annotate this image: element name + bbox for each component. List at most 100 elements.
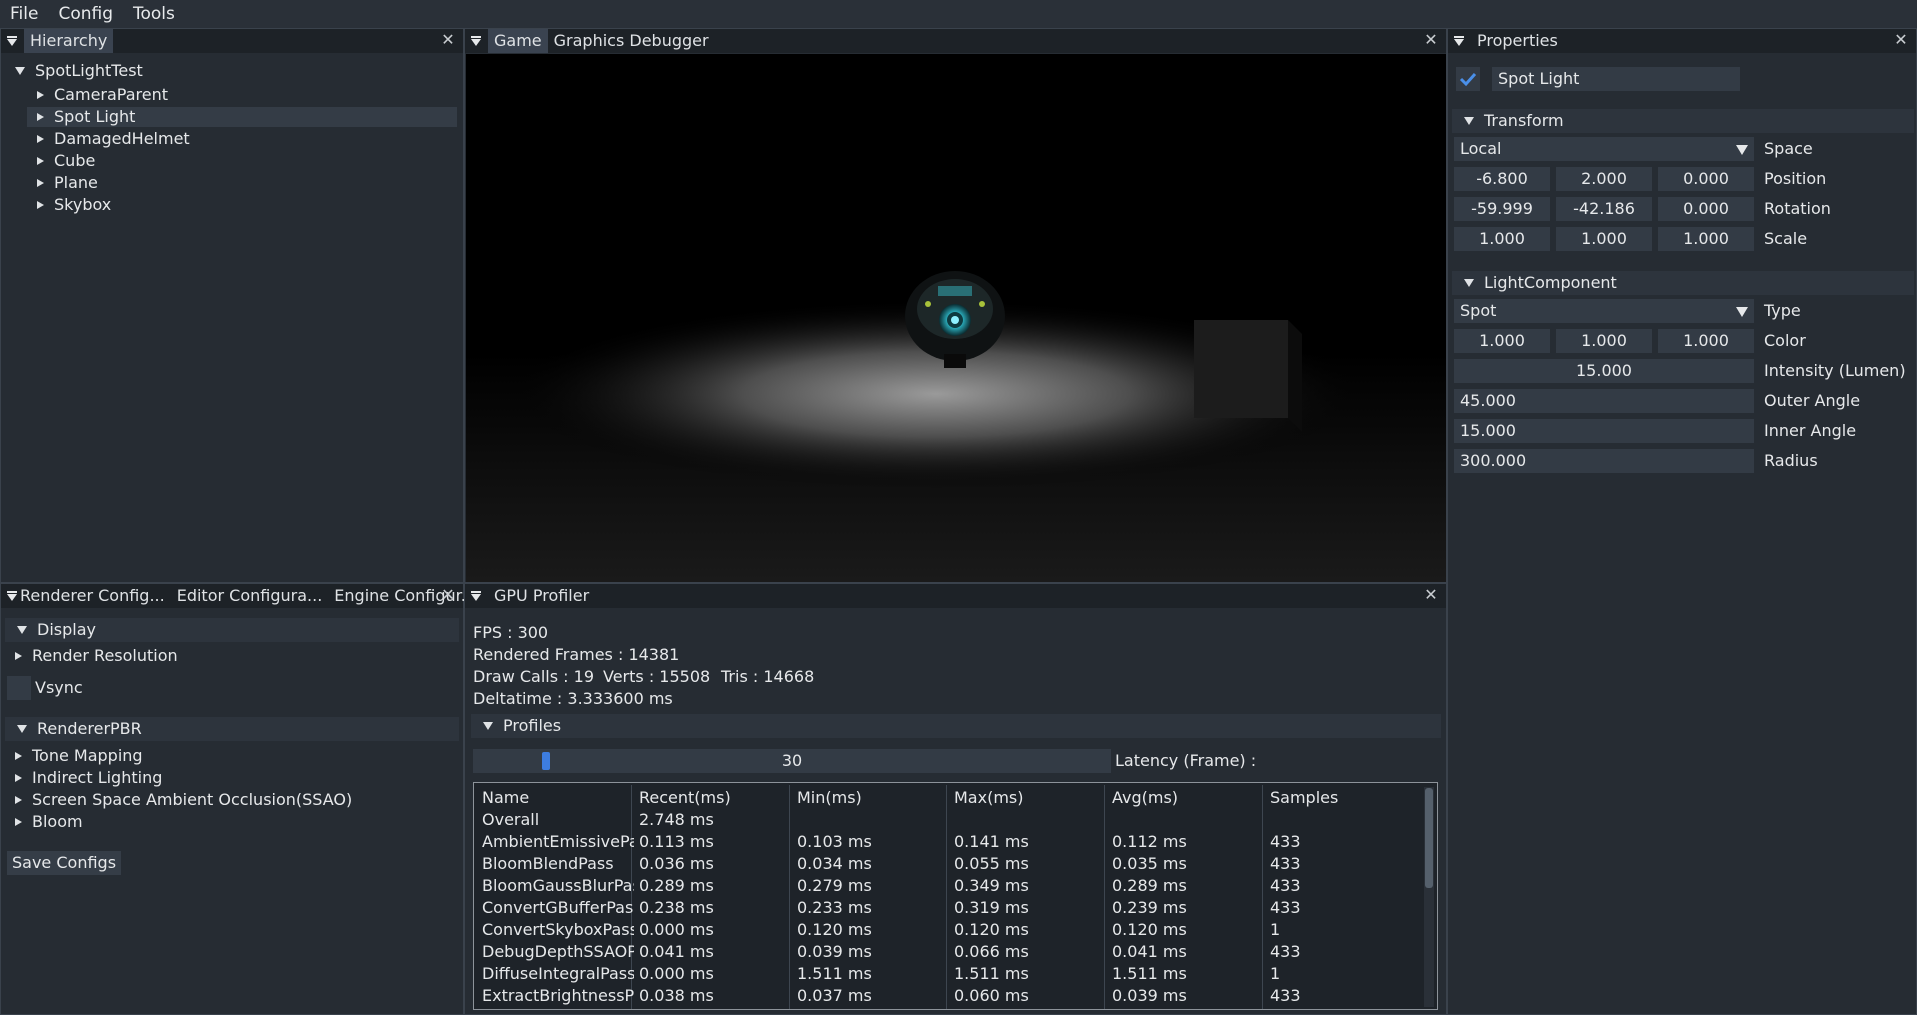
scrollbar-thumb[interactable] — [1425, 788, 1433, 888]
display-header[interactable]: Display — [5, 618, 459, 642]
color-g-input[interactable]: 1.000 — [1556, 329, 1652, 353]
active-checkbox[interactable] — [1456, 67, 1480, 91]
rotation-z-input[interactable]: 0.000 — [1658, 197, 1754, 221]
table-cell: 433 — [1270, 832, 1301, 851]
table-cell: 0.112 ms — [1112, 832, 1187, 851]
position-x-input[interactable]: -6.800 — [1454, 167, 1550, 191]
tree-item-spot-light[interactable]: Spot Light — [37, 107, 135, 127]
save-configs-button[interactable]: Save Configs — [7, 851, 122, 875]
scale-x-input[interactable]: 1.000 — [1454, 227, 1550, 251]
profiler-table[interactable]: Name Recent(ms) Min(ms) Max(ms) Avg(ms) Sampl… — [473, 782, 1438, 1010]
menu-tools[interactable]: Tools — [123, 0, 185, 28]
tab-engine-config[interactable]: Engine Configur... — [328, 584, 482, 608]
tab-editor-config[interactable]: Editor Configura... — [171, 584, 329, 608]
object-name-input[interactable]: Spot Light — [1492, 67, 1740, 91]
render-resolution-item[interactable]: Render Resolution — [15, 646, 178, 666]
vsync-checkbox[interactable] — [7, 676, 31, 700]
color-r-input[interactable]: 1.000 — [1454, 329, 1550, 353]
scale-y-input[interactable]: 1.000 — [1556, 227, 1652, 251]
close-icon[interactable]: ✕ — [1422, 31, 1440, 49]
table-cell: Avg(ms) — [1112, 788, 1179, 807]
collapse-arrow-icon[interactable] — [37, 200, 44, 209]
dropdown-value: Local — [1460, 139, 1502, 158]
position-y-input[interactable]: 2.000 — [1556, 167, 1652, 191]
collapse-arrow-icon[interactable] — [37, 112, 44, 121]
table-cell: 0.238 ms — [639, 898, 714, 917]
expand-arrow-icon[interactable] — [15, 66, 25, 75]
rotation-y-input[interactable]: -42.186 — [1556, 197, 1652, 221]
latency-slider[interactable]: 30 — [473, 749, 1111, 773]
table-cell: 2.748 ms — [639, 810, 714, 829]
light-component-header[interactable]: LightComponent — [1452, 271, 1914, 295]
tree-item-plane[interactable]: Plane — [37, 173, 98, 193]
ssao-item[interactable]: Screen Space Ambient Occlusion(SSAO) — [15, 790, 352, 810]
expand-arrow-icon — [1464, 278, 1474, 287]
tab-renderer-config[interactable]: Renderer Config... — [14, 584, 171, 608]
checkmark-icon — [1459, 72, 1477, 87]
table-row[interactable]: BloomGaussBlurPass 0.289 ms 0.279 ms 0.349 … — [482, 875, 1422, 897]
table-row[interactable]: ConvertGBufferPass 0.238 ms 0.233 ms 0.319 … — [482, 897, 1422, 919]
table-cell: 0.038 ms — [639, 986, 714, 1005]
scale-z-input[interactable]: 1.000 — [1658, 227, 1754, 251]
light-type-dropdown[interactable]: Spot — [1454, 299, 1754, 323]
panel-menu-icon[interactable] — [471, 591, 481, 601]
tab-gpu-profiler[interactable]: GPU Profiler — [488, 584, 595, 608]
table-header-row[interactable]: Name Recent(ms) Min(ms) Max(ms) Avg(ms) Sampl… — [482, 787, 1422, 809]
space-label: Space — [1764, 139, 1813, 158]
panel-menu-icon[interactable] — [471, 36, 481, 46]
tree-item-skybox[interactable]: Skybox — [37, 195, 111, 215]
renderer-pbr-header[interactable]: RendererPBR — [5, 717, 459, 741]
tree-item-damagedhelmet[interactable]: DamagedHelmet — [37, 129, 190, 149]
table-row[interactable]: BloomBlendPass 0.036 ms 0.034 ms 0.055 ms 0.… — [482, 853, 1422, 875]
tree-item-cube[interactable]: Cube — [37, 151, 95, 171]
collapse-arrow-icon[interactable] — [37, 90, 44, 99]
inner-angle-label: Inner Angle — [1764, 421, 1857, 440]
radius-input[interactable]: 300.000 — [1454, 449, 1754, 473]
close-icon[interactable]: ✕ — [439, 586, 457, 604]
table-row[interactable]: ExtractBrightnessPass 0.038 ms 0.037 ms 0.0… — [482, 985, 1422, 1007]
indirect-lighting-item[interactable]: Indirect Lighting — [15, 768, 162, 788]
transform-header[interactable]: Transform — [1452, 109, 1914, 133]
table-cell: 0.000 ms — [639, 920, 714, 939]
tab-game[interactable]: Game — [488, 29, 548, 53]
table-row[interactable]: DiffuseIntegralPass 0.000 ms 1.511 ms 1.511… — [482, 963, 1422, 985]
collapse-arrow-icon[interactable] — [37, 178, 44, 187]
table-row[interactable]: ConvertSkyboxPass 0.000 ms 0.120 ms 0.120 m… — [482, 919, 1422, 941]
game-viewport[interactable] — [466, 54, 1446, 582]
collapse-arrow-icon[interactable] — [37, 156, 44, 165]
hierarchy-panel-bar: Hierarchy ✕ — [1, 29, 463, 53]
tree-item-root[interactable]: SpotLightTest — [15, 61, 143, 81]
tone-mapping-item[interactable]: Tone Mapping — [15, 746, 143, 766]
rotation-x-input[interactable]: -59.999 — [1454, 197, 1550, 221]
intensity-input[interactable]: 15.000 — [1454, 359, 1754, 383]
tree-item-cameraparent[interactable]: CameraParent — [37, 85, 168, 105]
close-icon[interactable]: ✕ — [439, 31, 457, 49]
table-cell: 0.039 ms — [1112, 986, 1187, 1005]
section-label: LightComponent — [1484, 273, 1617, 292]
space-dropdown[interactable]: Local — [1454, 137, 1754, 161]
table-row[interactable]: Overall 2.748 ms — [482, 809, 1422, 831]
collapse-arrow-icon[interactable] — [37, 134, 44, 143]
section-label: Transform — [1484, 111, 1564, 130]
menu-file[interactable]: File — [0, 0, 48, 28]
panel-menu-icon[interactable] — [7, 36, 17, 46]
close-icon[interactable]: ✕ — [1892, 31, 1910, 49]
profiles-header[interactable]: Profiles — [471, 714, 1441, 738]
tab-graphics-debugger[interactable]: Graphics Debugger — [548, 29, 715, 53]
menu-config[interactable]: Config — [48, 0, 123, 28]
menu-bar: File Config Tools — [0, 0, 1917, 28]
panel-menu-icon[interactable] — [1454, 36, 1464, 46]
dropdown-value: Spot — [1460, 301, 1497, 320]
color-b-input[interactable]: 1.000 — [1658, 329, 1754, 353]
close-icon[interactable]: ✕ — [1422, 586, 1440, 604]
outer-angle-input[interactable]: 45.000 — [1454, 389, 1754, 413]
table-scrollbar[interactable] — [1424, 787, 1434, 1007]
bloom-item[interactable]: Bloom — [15, 812, 83, 832]
inner-angle-input[interactable]: 15.000 — [1454, 419, 1754, 443]
table-cell: 0.239 ms — [1112, 898, 1187, 917]
table-row[interactable]: DebugDepthSSAOPass 0.041 ms 0.039 ms 0.066 … — [482, 941, 1422, 963]
tab-properties[interactable]: Properties — [1471, 29, 1564, 53]
tab-hierarchy[interactable]: Hierarchy — [24, 29, 114, 53]
table-row[interactable]: AmbientEmissivePass 0.113 ms 0.103 ms 0.141… — [482, 831, 1422, 853]
position-z-input[interactable]: 0.000 — [1658, 167, 1754, 191]
